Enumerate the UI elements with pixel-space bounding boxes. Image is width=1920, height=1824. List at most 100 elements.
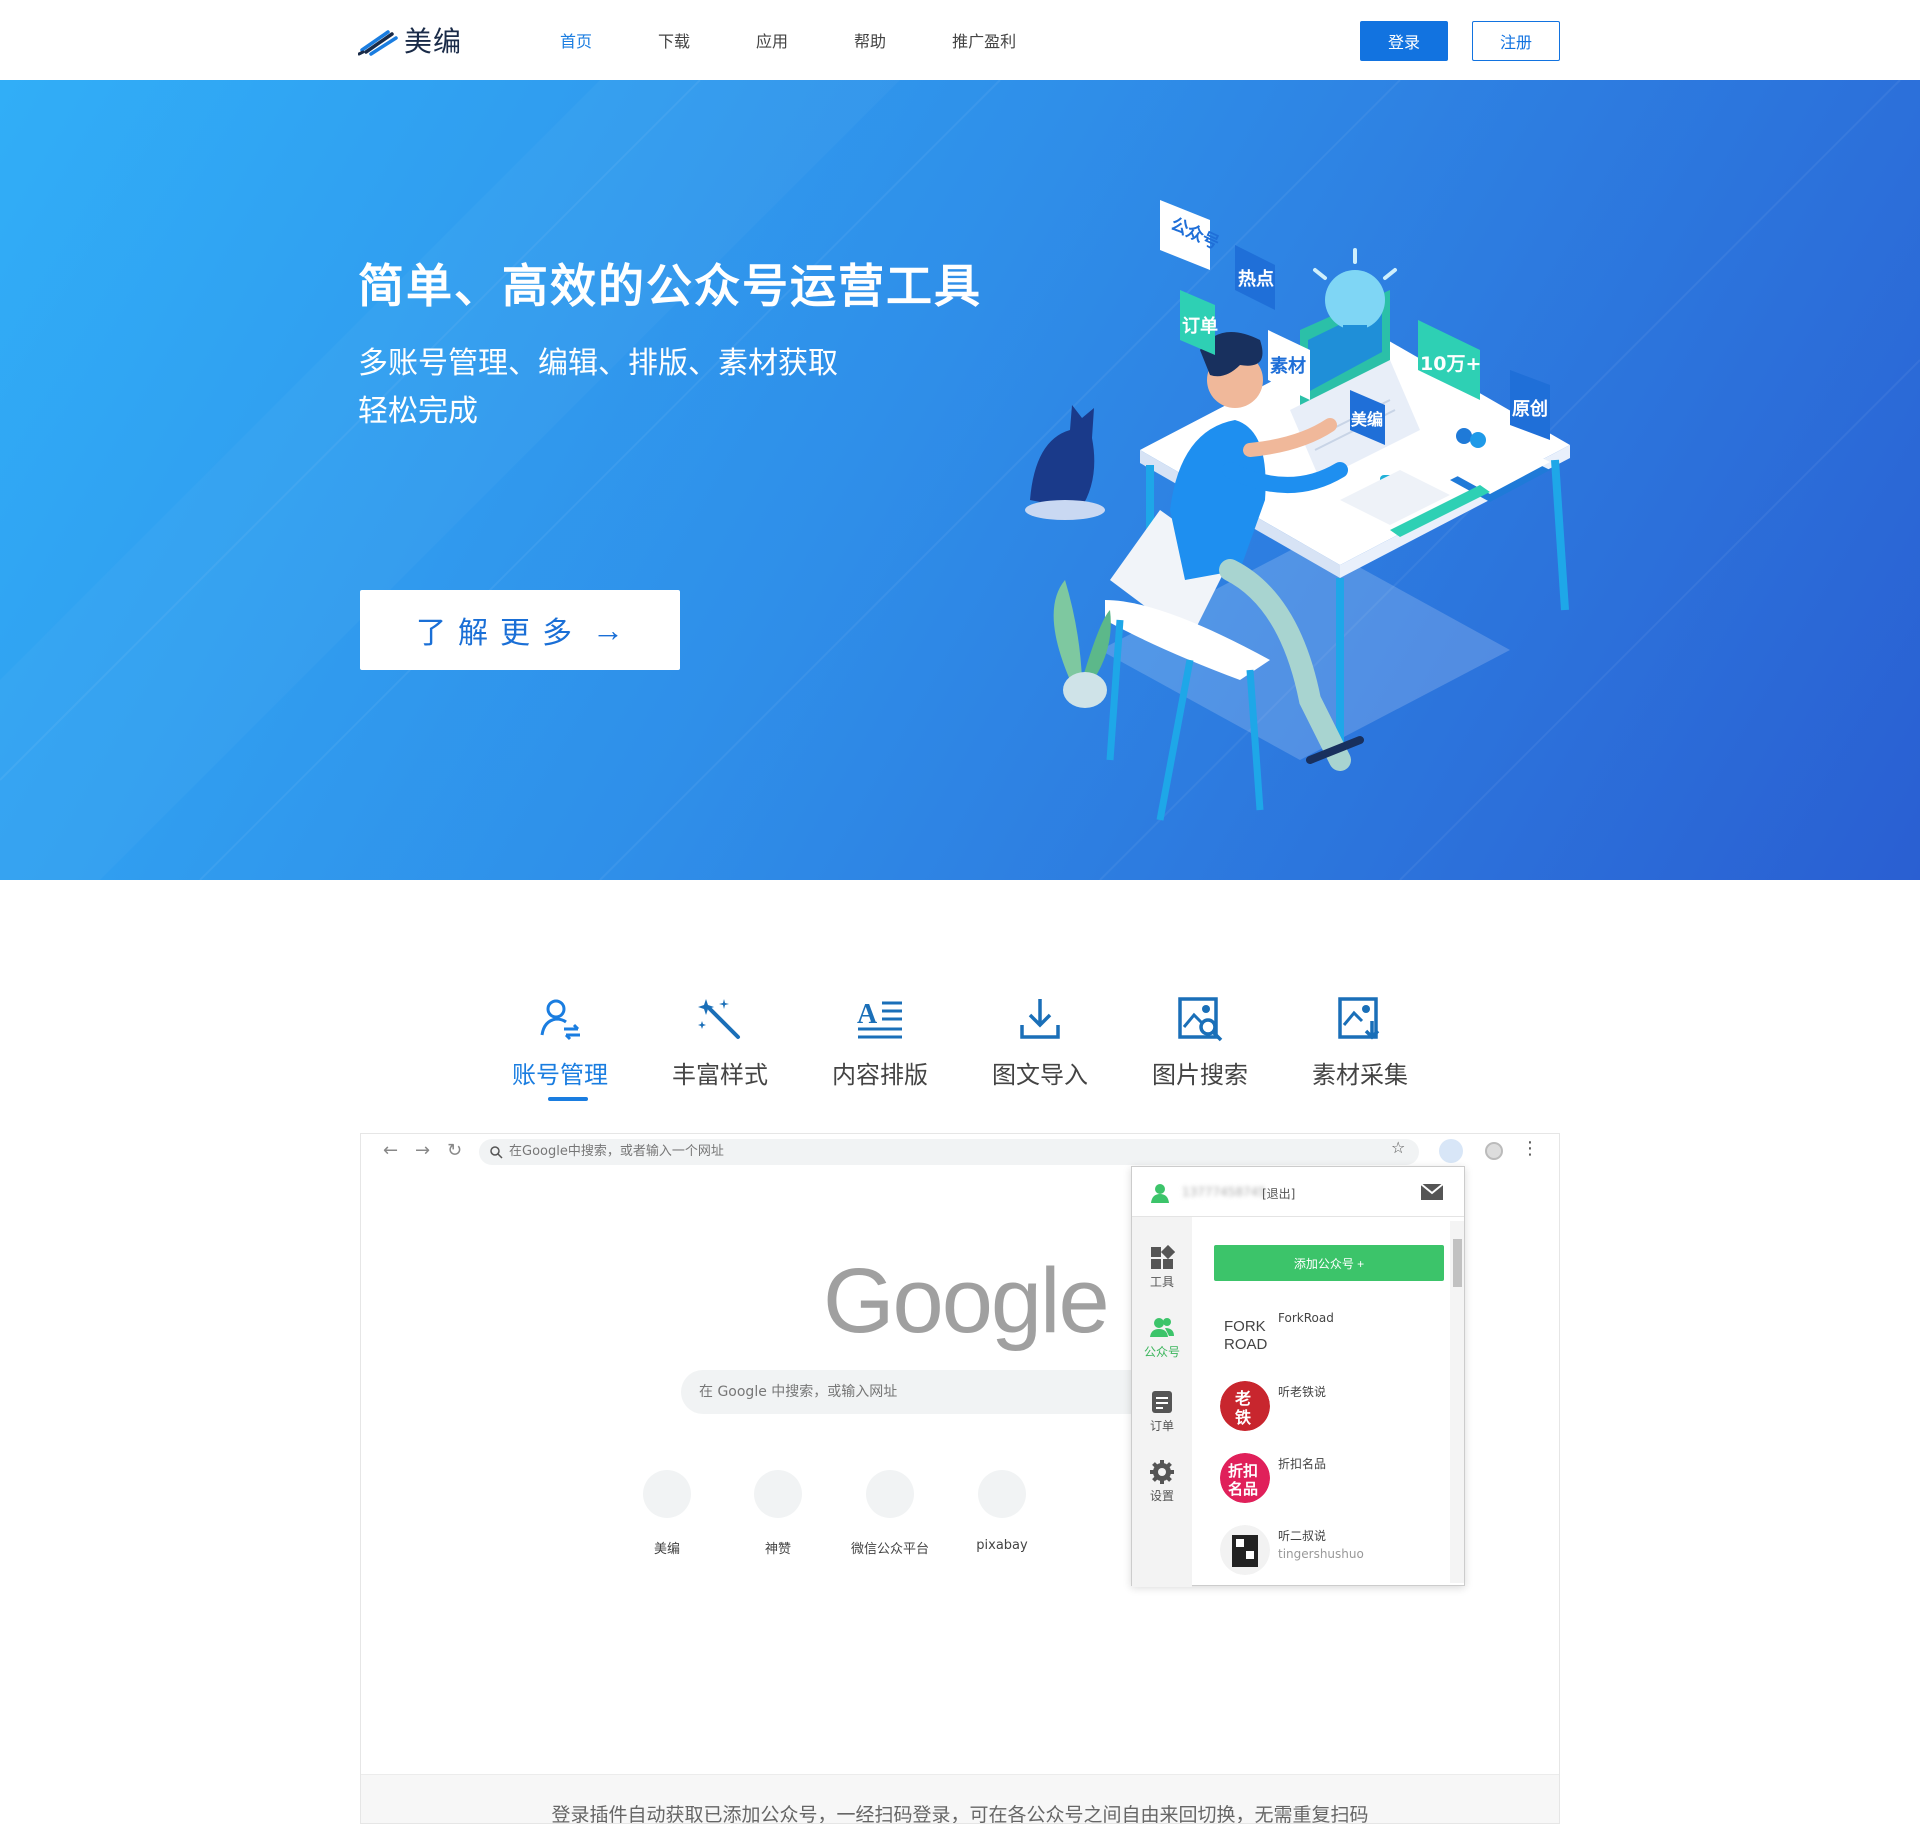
account-name: 听老铁说 bbox=[1278, 1385, 1327, 1399]
svg-text:老: 老 bbox=[1234, 1389, 1251, 1408]
hero-background-stripes bbox=[0, 80, 1920, 880]
svg-text:名品: 名品 bbox=[1228, 1480, 1258, 1498]
nav-apps[interactable]: 应用 bbox=[756, 28, 788, 52]
add-account-button[interactable]: 添加公众号 + bbox=[1214, 1245, 1444, 1281]
svg-text:10万+: 10万+ bbox=[1420, 353, 1481, 375]
magic-wand-icon bbox=[698, 999, 740, 1039]
address-bar[interactable]: 在Google中搜索，或者输入一个网址 bbox=[479, 1139, 1419, 1165]
nav-help[interactable]: 帮助 bbox=[854, 28, 886, 52]
back-arrow-icon[interactable]: ← bbox=[383, 1140, 398, 1161]
learn-more-button[interactable]: 了解更多 → bbox=[360, 590, 680, 670]
sidebar-item-label: 工具 bbox=[1149, 1275, 1174, 1289]
sidebar-item-label: 订单 bbox=[1149, 1419, 1174, 1433]
login-button[interactable]: 登录 bbox=[1360, 21, 1448, 61]
svg-text:原创: 原创 bbox=[1512, 398, 1548, 420]
arrow-right-icon: → bbox=[592, 611, 624, 648]
account-id: tingershushuo bbox=[1278, 1547, 1364, 1561]
feature-label: 丰富样式 bbox=[672, 1061, 768, 1089]
account-item[interactable]: 听二叔说 tingershushuo bbox=[1220, 1525, 1440, 1581]
svg-text:A: A bbox=[857, 999, 878, 1030]
account-avatar-tingershu bbox=[1220, 1525, 1270, 1575]
feature-label: 图片搜索 bbox=[1152, 1061, 1248, 1089]
bookmark-star-icon[interactable]: ☆ bbox=[1391, 1138, 1405, 1157]
tab-content-layout[interactable]: A 内容排版 bbox=[800, 995, 960, 1105]
shortcut-tile[interactable]: 神赞 bbox=[738, 1470, 818, 1557]
profile-icon[interactable] bbox=[1485, 1142, 1503, 1160]
hero-title: 简单、高效的公众号运营工具 bbox=[358, 259, 982, 313]
shortcut-label: 微信公众平台 bbox=[850, 1542, 929, 1557]
account-item[interactable]: FORK ROAD ForkRoad bbox=[1220, 1309, 1440, 1365]
shortcut-icon bbox=[978, 1470, 1026, 1518]
account-avatar-laotie: 老 铁 bbox=[1220, 1381, 1270, 1431]
popup-header: 13777458745 [退出] bbox=[1132, 1167, 1464, 1217]
extension-icon[interactable] bbox=[1439, 1139, 1463, 1163]
account-item[interactable]: 老 铁 听老铁说 bbox=[1220, 1381, 1440, 1437]
shortcut-tile[interactable]: pixabay bbox=[962, 1470, 1042, 1553]
shortcut-tile[interactable]: 微信公众平台 bbox=[850, 1470, 930, 1557]
sidebar-item-settings[interactable]: 设置 bbox=[1132, 1459, 1192, 1504]
tab-rich-styles[interactable]: 丰富样式 bbox=[640, 995, 800, 1105]
svg-text:素材: 素材 bbox=[1270, 355, 1306, 377]
svg-text:ROAD: ROAD bbox=[1224, 1336, 1268, 1353]
sidebar-item-label: 公众号 bbox=[1143, 1345, 1180, 1359]
nav-home[interactable]: 首页 bbox=[560, 28, 592, 52]
tab-material-collection[interactable]: 素材采集 bbox=[1280, 995, 1440, 1105]
shortcut-icon bbox=[643, 1470, 691, 1518]
account-avatar-zhekou: 折扣 名品 bbox=[1220, 1453, 1270, 1503]
site-logo[interactable]: 美编 bbox=[358, 22, 462, 58]
user-switch-icon bbox=[540, 999, 580, 1041]
main-nav: 首页 下载 应用 帮助 推广盈利 bbox=[560, 28, 1082, 52]
tab-image-search[interactable]: 图片搜索 bbox=[1120, 995, 1280, 1105]
account-phone: 13777458745 bbox=[1182, 1185, 1266, 1199]
tab-article-import[interactable]: 图文导入 bbox=[960, 995, 1120, 1105]
grid-icon bbox=[1151, 1244, 1176, 1269]
feature-label: 素材采集 bbox=[1312, 1061, 1408, 1089]
mail-icon[interactable] bbox=[1420, 1183, 1444, 1201]
shortcut-icon bbox=[754, 1470, 802, 1518]
account-name: ForkRoad bbox=[1278, 1311, 1334, 1325]
nav-affiliate[interactable]: 推广盈利 bbox=[952, 28, 1016, 52]
feature-label: 内容排版 bbox=[832, 1061, 928, 1089]
tab-account-management[interactable]: 账号管理 bbox=[480, 995, 640, 1105]
more-menu-icon[interactable]: ⋮ bbox=[1521, 1138, 1539, 1159]
shortcut-label: pixabay bbox=[976, 1538, 1028, 1553]
forward-arrow-icon[interactable]: → bbox=[415, 1140, 430, 1161]
sidebar-item-orders[interactable]: 订单 bbox=[1132, 1389, 1192, 1434]
svg-text:FORK: FORK bbox=[1224, 1318, 1266, 1335]
hero-banner: 简单、高效的公众号运营工具 多账号管理、编辑、排版、素材获取 轻松完成 了解更多… bbox=[0, 80, 1920, 880]
shortcut-icon bbox=[866, 1470, 914, 1518]
learn-more-label: 了解更多 bbox=[416, 617, 584, 650]
feature-label: 图文导入 bbox=[992, 1061, 1088, 1089]
user-icon bbox=[1151, 1184, 1169, 1203]
account-item[interactable]: 折扣 名品 折扣名品 bbox=[1220, 1453, 1440, 1509]
active-tab-indicator bbox=[548, 1097, 588, 1101]
image-collect-icon bbox=[1338, 997, 1380, 1040]
hero-subtitle-line2: 轻松完成 bbox=[358, 394, 478, 429]
feature-label: 账号管理 bbox=[512, 1061, 608, 1089]
logo-text: 美编 bbox=[404, 25, 463, 58]
download-icon bbox=[1020, 999, 1060, 1039]
browser-screenshot: ← → ↻ 在Google中搜索，或者输入一个网址 ☆ ⋮ Google 在 G… bbox=[360, 1133, 1560, 1824]
sidebar-item-accounts[interactable]: 公众号 bbox=[1132, 1315, 1192, 1360]
svg-text:美编: 美编 bbox=[1351, 410, 1383, 429]
extension-popup: 13777458745 [退出] 工具 公众号 订单 设置 添加公众号 + FO… bbox=[1131, 1166, 1465, 1587]
logout-link[interactable]: [退出] bbox=[1262, 1185, 1295, 1202]
browser-toolbar: ← → ↻ 在Google中搜索，或者输入一个网址 ☆ ⋮ bbox=[361, 1134, 1559, 1168]
logo-icon bbox=[358, 30, 398, 56]
account-avatar-forkroad: FORK ROAD bbox=[1220, 1309, 1270, 1359]
reload-icon[interactable]: ↻ bbox=[447, 1140, 462, 1161]
shortcut-label: 美编 bbox=[653, 1542, 680, 1557]
google-logo: Google bbox=[823, 1250, 1110, 1352]
scrollbar-thumb[interactable] bbox=[1453, 1239, 1462, 1287]
image-search-icon bbox=[1178, 997, 1223, 1042]
svg-text:订单: 订单 bbox=[1182, 315, 1218, 337]
register-button[interactable]: 注册 bbox=[1472, 21, 1560, 61]
svg-text:铁: 铁 bbox=[1235, 1408, 1251, 1427]
popup-scrollbar[interactable] bbox=[1450, 1221, 1464, 1583]
shortcut-tile[interactable]: 美编 bbox=[627, 1470, 707, 1557]
hero-subtitle-line1: 多账号管理、编辑、排版、素材获取 bbox=[358, 346, 838, 381]
sidebar-item-tools[interactable]: 工具 bbox=[1132, 1244, 1192, 1290]
svg-text:折扣: 折扣 bbox=[1228, 1462, 1258, 1480]
nav-download[interactable]: 下载 bbox=[658, 28, 690, 52]
gear-icon bbox=[1150, 1460, 1174, 1484]
